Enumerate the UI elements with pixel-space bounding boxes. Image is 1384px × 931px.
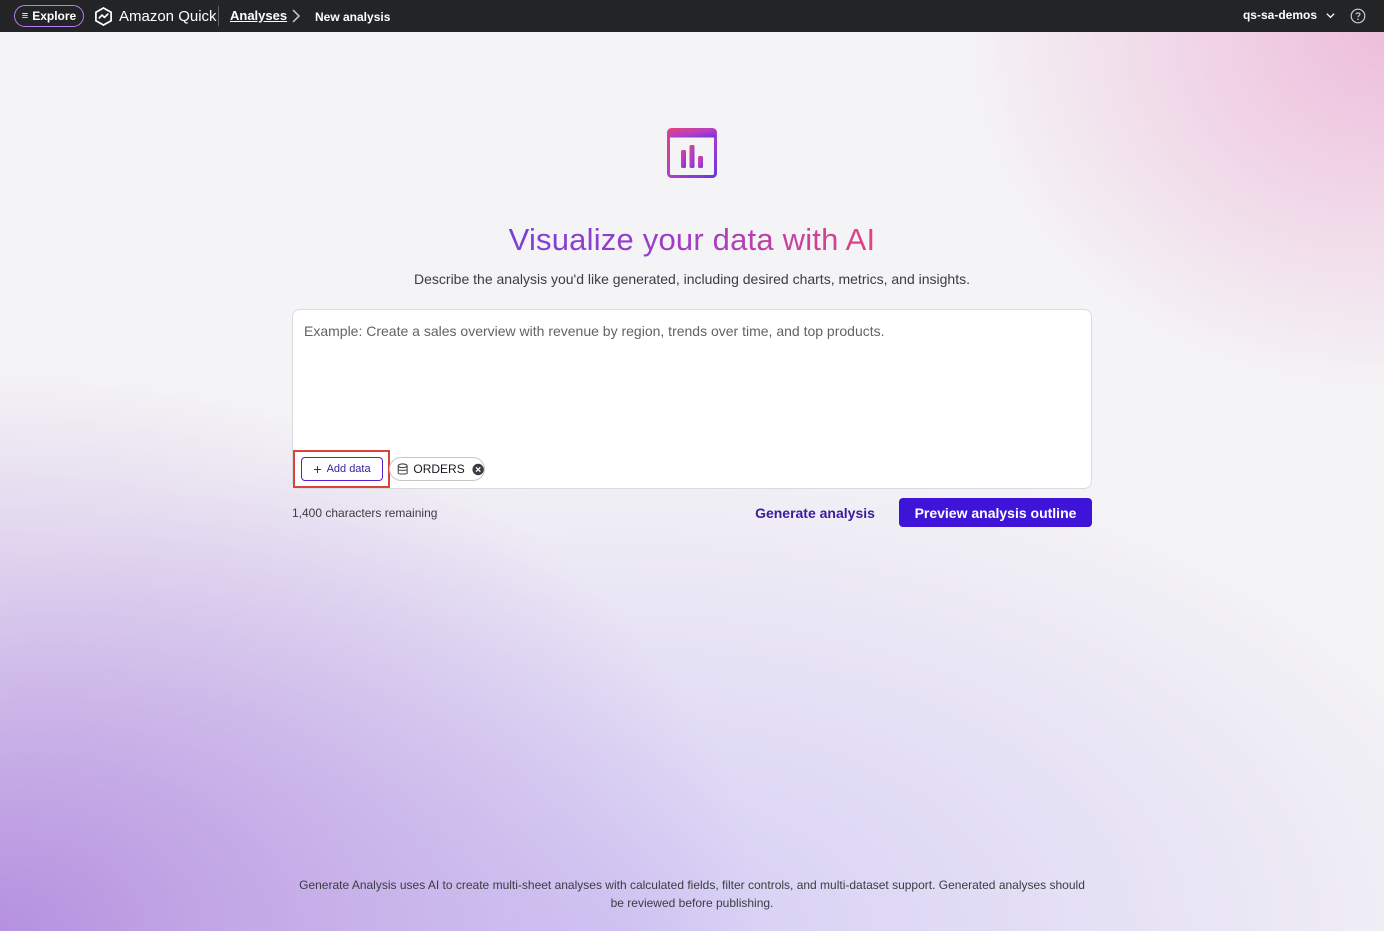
account-menu[interactable]: qs-sa-demos <box>1243 8 1336 22</box>
hero-title-wrap: Visualize your data with AI <box>0 222 1384 258</box>
characters-remaining: 1,400 characters remaining <box>292 506 438 520</box>
brand[interactable]: Amazon Quick <box>94 5 217 27</box>
brand-name: Amazon Quick <box>119 7 217 25</box>
add-data-label: Add data <box>326 463 371 475</box>
menu-icon: ≡ <box>21 10 29 22</box>
database-icon <box>397 462 408 475</box>
breadcrumb-analyses-link[interactable]: Analyses <box>230 8 287 23</box>
prompt-box: + Add data ORDERS <box>292 309 1092 489</box>
analysis-prompt-input[interactable] <box>293 310 1091 440</box>
page-title: Visualize your data with AI <box>508 222 876 257</box>
help-icon[interactable] <box>1350 8 1366 24</box>
account-name: qs-sa-demos <box>1242 8 1317 22</box>
chevron-right-icon <box>292 9 301 23</box>
page-subtitle: Describe the analysis you'd like generat… <box>414 271 970 287</box>
dataset-chip-label: ORDERS <box>413 462 465 476</box>
close-circle-icon[interactable] <box>472 463 484 476</box>
brand-divider <box>218 6 219 26</box>
preview-analysis-outline-button[interactable]: Preview analysis outline <box>899 498 1092 527</box>
chart-window-icon <box>667 128 717 178</box>
chevron-down-icon <box>1326 12 1335 18</box>
generate-analysis-button[interactable]: Generate analysis <box>745 499 885 527</box>
top-navigation-bar: ≡ Explore Amazon Quick Analyses New anal… <box>0 0 1384 32</box>
explore-label: Explore <box>32 9 77 23</box>
ai-disclaimer: Generate Analysis uses AI to create mult… <box>299 878 1085 910</box>
explore-button[interactable]: ≡ Explore <box>14 5 84 27</box>
amazon-quick-logo-icon <box>95 6 112 26</box>
breadcrumb-current: New analysis <box>315 10 391 24</box>
plus-icon: + <box>313 460 322 477</box>
dataset-chip[interactable]: ORDERS <box>389 457 485 481</box>
add-data-button[interactable]: + Add data <box>301 457 383 481</box>
